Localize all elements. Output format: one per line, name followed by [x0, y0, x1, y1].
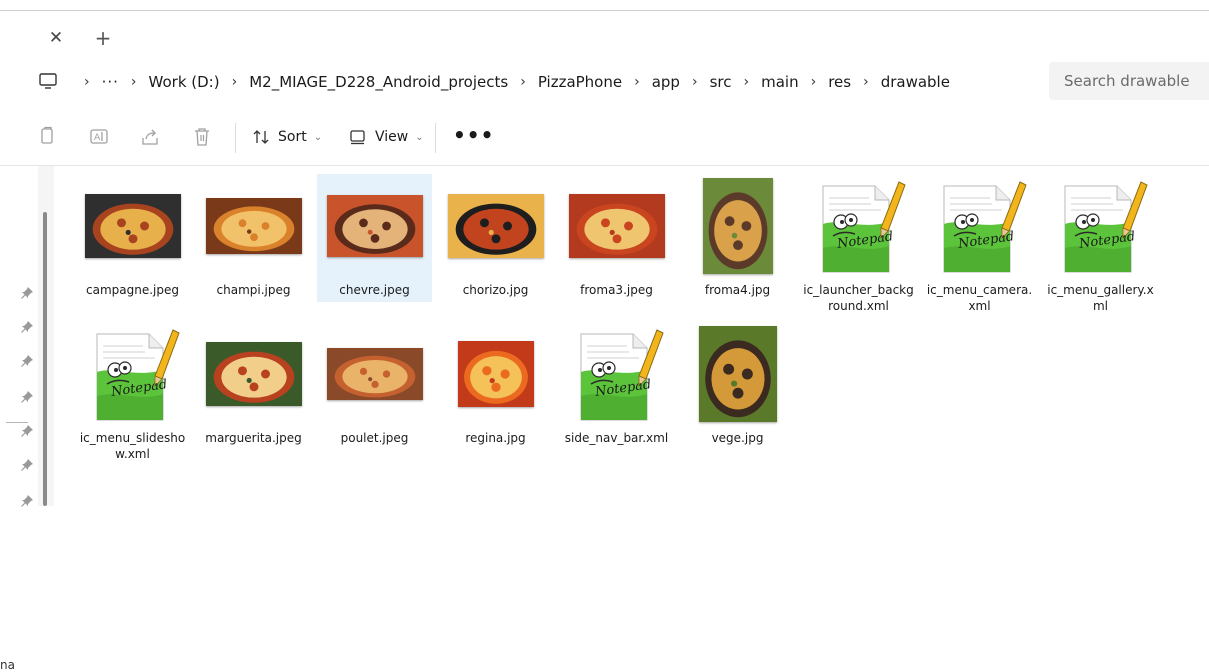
sort-icon [253, 130, 269, 144]
file-name: side_nav_bar.xml [564, 431, 669, 445]
file-name: ic_launcher_background.xml [803, 283, 914, 313]
file-item[interactable]: campagne.jpeg [75, 174, 190, 304]
tab-row: ✕ + [0, 11, 1209, 57]
new-tab-button[interactable]: + [92, 27, 114, 49]
file-name: regina.jpg [465, 431, 526, 445]
chevron-right-icon[interactable]: › [863, 74, 869, 90]
file-name: chevre.jpeg [339, 283, 410, 297]
image-thumbnail [196, 174, 311, 278]
file-item[interactable]: regina.jpg [438, 322, 553, 452]
more-options-button[interactable]: ••• [453, 125, 494, 145]
image-thumbnail [75, 174, 190, 278]
file-name: poulet.jpeg [340, 431, 409, 445]
file-item[interactable]: champi.jpeg [196, 174, 311, 304]
file-item[interactable]: chorizo.jpg [438, 174, 553, 304]
file-item[interactable]: Notepad ic_menu_camera.xml [922, 174, 1037, 320]
image-thumbnail [317, 174, 432, 278]
sort-button[interactable]: Sort ⌄ [252, 123, 322, 151]
close-tab-icon[interactable]: ✕ [45, 27, 67, 49]
image-thumbnail [680, 174, 795, 278]
search-input[interactable]: Search drawable [1049, 62, 1209, 100]
file-name: vege.jpg [711, 431, 764, 445]
file-name: ic_menu_gallery.xml [1047, 283, 1154, 313]
file-name: chorizo.jpg [462, 283, 529, 297]
share-icon[interactable] [138, 125, 162, 149]
image-thumbnail [438, 322, 553, 426]
view-icon [350, 130, 365, 145]
image-thumbnail [196, 322, 311, 426]
chevron-right-icon[interactable]: › [692, 74, 698, 90]
notepad-file-icon: Notepad [1043, 174, 1158, 278]
title-bar-strip [0, 0, 1209, 11]
breadcrumb-item[interactable]: PizzaPhone [538, 73, 622, 91]
file-item[interactable]: Notepad ic_launcher_background.xml [801, 174, 916, 320]
chevron-right-icon[interactable]: › [743, 74, 749, 90]
chevron-right-icon[interactable]: › [634, 74, 640, 90]
file-name: ic_menu_slideshow.xml [79, 431, 186, 461]
nav-divider [6, 422, 28, 423]
file-name: campagne.jpeg [86, 283, 179, 297]
breadcrumb-overflow[interactable]: ··· [102, 73, 119, 91]
pin-icon [21, 321, 33, 333]
toolbar-divider [435, 123, 436, 153]
file-item[interactable]: Notepad ic_menu_gallery.xml [1043, 174, 1158, 320]
notepad-file-icon: Notepad [801, 174, 916, 278]
breadcrumb-item[interactable]: M2_MIAGE_D228_Android_projects [249, 73, 508, 91]
sort-label: Sort [278, 129, 307, 145]
notepad-file-icon: Notepad [922, 174, 1037, 278]
pin-icon [21, 391, 33, 403]
file-name: froma3.jpeg [580, 283, 653, 297]
file-item[interactable]: chevre.jpeg [317, 174, 432, 302]
view-label: View [375, 129, 409, 145]
navigation-pane: na [0, 166, 38, 672]
nav-scrollbar-thumb[interactable] [43, 212, 47, 506]
image-thumbnail [438, 174, 553, 278]
notepad-file-icon: Notepad [559, 322, 674, 426]
file-name: froma4.jpg [704, 283, 771, 297]
image-thumbnail [317, 322, 432, 426]
file-item[interactable]: marguerita.jpeg [196, 322, 311, 452]
file-name: marguerita.jpeg [205, 431, 302, 445]
image-thumbnail [680, 322, 795, 426]
this-pc-icon[interactable] [38, 71, 58, 91]
file-item[interactable]: Notepad ic_menu_slideshow.xml [75, 322, 190, 468]
chevron-right-icon[interactable]: › [811, 74, 817, 90]
file-item[interactable]: froma4.jpg [680, 174, 795, 304]
address-bar: › ··· › Work (D:) › M2_MIAGE_D228_Android_pro… [0, 60, 1209, 104]
pin-icon [21, 355, 33, 367]
chevron-down-icon: ⌄ [313, 131, 323, 143]
rename-icon[interactable]: A [87, 125, 111, 149]
chevron-right-icon[interactable]: › [232, 74, 238, 90]
file-item[interactable]: poulet.jpeg [317, 322, 432, 452]
delete-icon[interactable] [190, 125, 214, 149]
toolbar-divider [235, 123, 236, 153]
file-grid: campagne.jpeg champi.jpeg chevre.jpeg ch… [55, 166, 1209, 506]
chevron-right-icon[interactable]: › [84, 74, 90, 90]
svg-text:A: A [94, 133, 101, 143]
pin-icon [21, 287, 33, 299]
breadcrumb-item[interactable]: app [652, 73, 680, 91]
breadcrumb-item[interactable]: drawable [881, 73, 950, 91]
nav-item-truncated[interactable]: na [0, 658, 15, 672]
breadcrumb: › ··· › Work (D:) › M2_MIAGE_D228_Android_pro… [72, 60, 950, 104]
pin-icon [21, 425, 33, 437]
breadcrumb-item[interactable]: Work (D:) [149, 73, 220, 91]
command-bar: A Sort ⌄ View ⌄ ••• [0, 111, 1209, 166]
breadcrumb-item[interactable]: main [761, 73, 798, 91]
file-item[interactable]: vege.jpg [680, 322, 795, 452]
chevron-down-icon: ⌄ [415, 131, 424, 143]
chevron-right-icon[interactable]: › [131, 74, 137, 90]
notepad-file-icon: Notepad [75, 322, 190, 426]
image-thumbnail [559, 174, 674, 278]
file-name: ic_menu_camera.xml [926, 283, 1033, 313]
copy-icon[interactable] [36, 125, 60, 149]
file-item[interactable]: froma3.jpeg [559, 174, 674, 304]
breadcrumb-item[interactable]: src [710, 73, 732, 91]
file-item[interactable]: Notepad side_nav_bar.xml [559, 322, 674, 468]
breadcrumb-item[interactable]: res [828, 73, 851, 91]
file-name: champi.jpeg [216, 283, 291, 297]
view-button[interactable]: View ⌄ [349, 123, 424, 151]
chevron-right-icon[interactable]: › [520, 74, 526, 90]
pin-icon [21, 459, 33, 471]
